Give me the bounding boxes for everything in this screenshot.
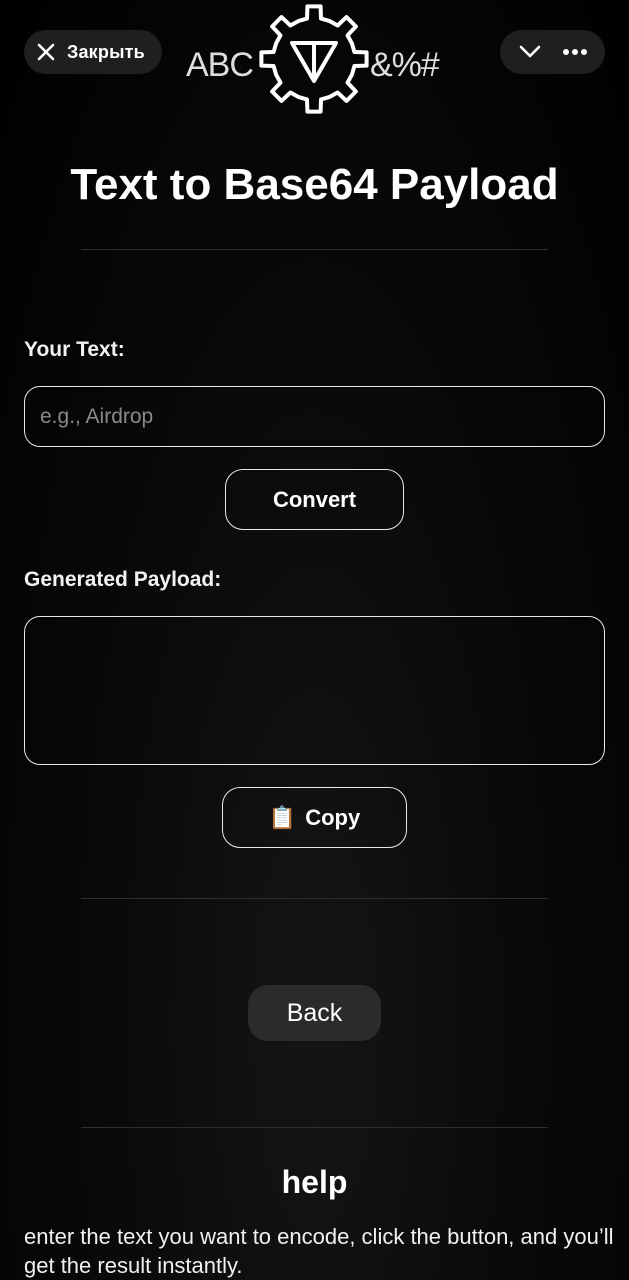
copy-button[interactable]: 📋 Copy — [222, 787, 407, 848]
back-button[interactable]: Back — [248, 985, 381, 1041]
section-divider — [81, 898, 548, 899]
text-input[interactable] — [24, 386, 605, 447]
help-divider — [81, 1127, 548, 1128]
gear-ton-logo-icon — [259, 4, 369, 114]
app-logo: ABC &%# — [184, 2, 446, 116]
close-label: Закрыть — [67, 41, 145, 62]
app-menu — [500, 30, 605, 74]
chevron-down-icon — [519, 45, 541, 58]
page-title: Text to Base64 Payload — [70, 160, 559, 209]
convert-button[interactable]: Convert — [225, 469, 404, 530]
generated-payload-label: Generated Payload: — [24, 568, 222, 591]
logo-right-text: &%# — [370, 46, 440, 84]
clipboard-icon: 📋 — [268, 804, 297, 830]
your-text-label: Your Text: — [24, 338, 125, 361]
close-button[interactable]: Закрыть — [24, 30, 162, 74]
copy-label: Copy — [305, 804, 361, 830]
logo-left-text: ABC — [186, 46, 254, 84]
collapse-button[interactable] — [510, 32, 550, 72]
help-text: enter the text you want to encode, click… — [24, 1224, 614, 1278]
convert-label: Convert — [272, 486, 357, 512]
payload-output[interactable] — [24, 616, 605, 765]
title-divider — [81, 249, 548, 250]
more-horizontal-icon — [562, 49, 587, 55]
more-button[interactable] — [555, 32, 595, 72]
back-label: Back — [286, 998, 343, 1027]
help-title: help — [281, 1164, 348, 1200]
close-icon — [37, 43, 55, 61]
